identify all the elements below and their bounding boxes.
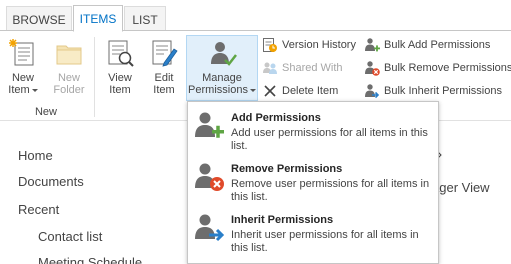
- nav-link-home[interactable]: Home: [18, 148, 53, 163]
- bulk-add-permissions-label: Bulk Add Permissions: [384, 39, 491, 51]
- manage-permissions-menu: Add Permissions Add user permissions for…: [187, 101, 439, 264]
- menu-item-title: Remove Permissions: [231, 163, 343, 175]
- menu-item-add-permissions[interactable]: Add Permissions Add user permissions for…: [188, 104, 438, 154]
- remove-permissions-icon: [195, 163, 224, 191]
- tab-browse[interactable]: BROWSE: [6, 6, 72, 32]
- ribbon-tab-strip: BROWSE ITEMS LIST: [0, 0, 511, 32]
- manage-permissions-button[interactable]: Manage Permissions: [186, 35, 258, 101]
- manage-permissions-label-line2: Permissions: [187, 84, 257, 96]
- new-folder-label-line2: Folder: [53, 84, 85, 96]
- shared-with-label: Shared With: [282, 62, 343, 74]
- edit-item-label-line2: Item: [153, 84, 175, 96]
- new-item-label: New Item: [2, 72, 44, 96]
- menu-item-title: Inherit Permissions: [231, 214, 334, 226]
- view-item-icon: [108, 40, 134, 67]
- bulk-add-icon: [365, 38, 380, 52]
- view-item-label-line2: Item: [109, 84, 131, 96]
- inherit-permissions-icon: [195, 214, 225, 242]
- tab-items[interactable]: ITEMS: [73, 5, 123, 32]
- manage-permissions-label-line1: Manage: [202, 72, 242, 84]
- delete-x-icon: [264, 85, 276, 97]
- chevron-down-icon: [249, 88, 256, 92]
- edit-item-button[interactable]: Edit Item: [145, 37, 183, 96]
- menu-item-title: Add Permissions: [231, 112, 321, 124]
- menu-item-description: Add user permissions for all items in th…: [231, 127, 428, 152]
- bulk-remove-icon: [365, 61, 380, 76]
- bulk-inherit-icon: [365, 84, 380, 99]
- edit-item-icon: [152, 40, 178, 67]
- menu-item-inherit-permissions[interactable]: Inherit Permissions Inherit user permiss…: [188, 206, 438, 256]
- version-history-label: Version History: [282, 39, 356, 51]
- ribbon-group-divider: [94, 37, 95, 117]
- bulk-inherit-permissions-label: Bulk Inherit Permissions: [384, 85, 502, 97]
- edit-item-label-line1: Edit: [154, 72, 174, 84]
- new-folder-button[interactable]: New Folder: [46, 37, 92, 96]
- delete-item-label: Delete Item: [282, 85, 339, 97]
- folder-icon: [56, 45, 82, 65]
- background-view-text: ager View: [432, 180, 490, 195]
- chevron-down-icon: [31, 88, 38, 92]
- version-history-icon: [263, 38, 277, 52]
- tab-list[interactable]: LIST: [124, 6, 166, 32]
- ribbon-group-new-label: New: [34, 106, 57, 118]
- bulk-remove-permissions-label: Bulk Remove Permissions: [384, 62, 511, 74]
- view-item-button[interactable]: View Item: [100, 37, 140, 96]
- new-item-icon: [9, 39, 34, 66]
- menu-item-description: Inherit user permissions for all items i…: [231, 229, 419, 254]
- new-folder-label-line1: New: [57, 72, 80, 84]
- nav-link-documents[interactable]: Documents: [18, 174, 84, 189]
- menu-item-description: Remove user permissions for all items in…: [231, 178, 430, 203]
- nav-link-contact-list[interactable]: Contact list: [38, 229, 102, 244]
- new-item-button[interactable]: New Item: [2, 37, 44, 96]
- nav-heading-recent[interactable]: Recent: [18, 202, 59, 217]
- view-item-label-line1: View: [108, 72, 132, 84]
- manage-permissions-icon: [211, 42, 237, 66]
- add-permissions-icon: [195, 112, 224, 138]
- menu-item-remove-permissions[interactable]: Remove Permissions Remove user permissio…: [188, 155, 438, 205]
- shared-with-icon: [263, 62, 277, 74]
- nav-link-meeting-schedule[interactable]: Meeting Schedule: [38, 255, 142, 264]
